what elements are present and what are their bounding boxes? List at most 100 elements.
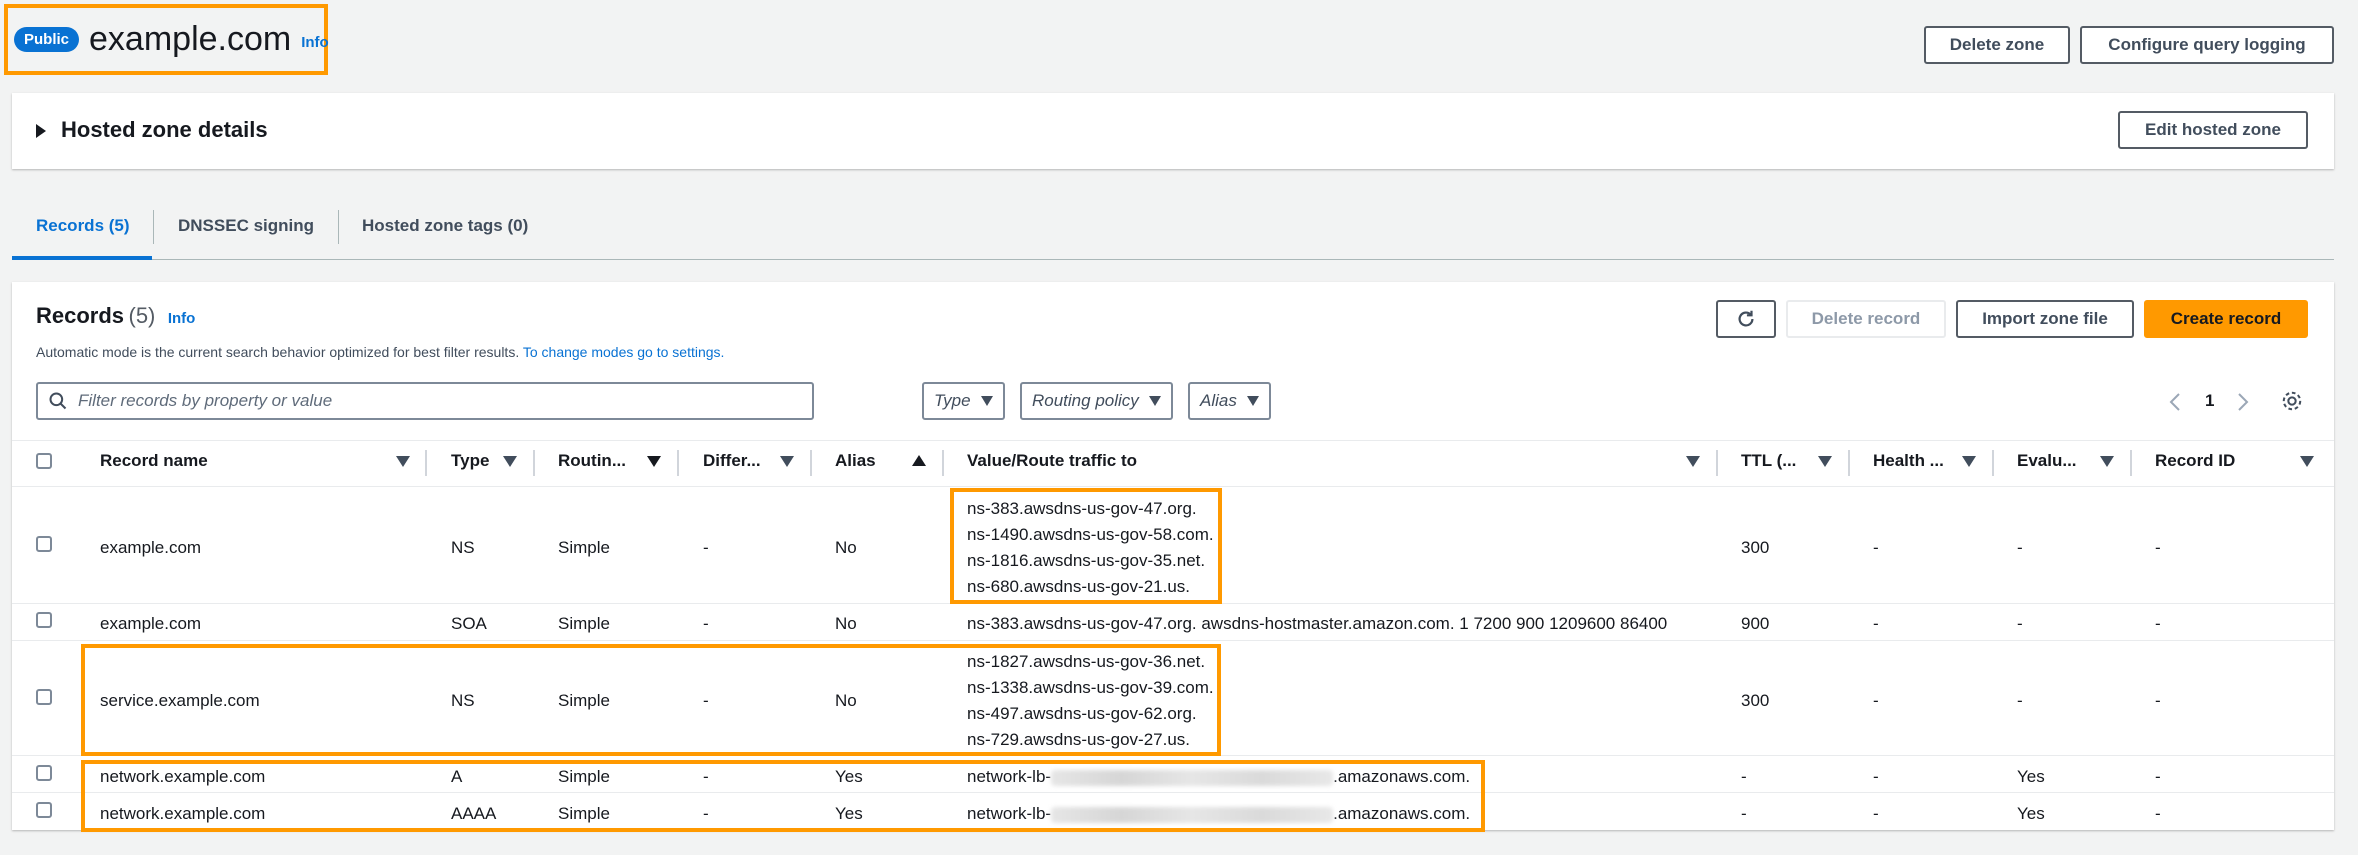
col-value[interactable]: Value/Route traffic to xyxy=(967,451,1137,471)
column-separator[interactable] xyxy=(1716,450,1718,476)
record-id-cell: - xyxy=(2155,691,2161,710)
col-ttl[interactable]: TTL (... xyxy=(1741,451,1796,471)
records-info-link[interactable]: Info xyxy=(168,310,196,327)
type-cell: SOA xyxy=(451,614,487,633)
highlight-service-row xyxy=(81,644,1221,756)
differentiator-cell: - xyxy=(703,614,709,633)
search-mode-text: Automatic mode is the current search beh… xyxy=(36,344,520,360)
tab-dnssec-signing[interactable]: DNSSEC signing xyxy=(178,216,314,236)
col-alias[interactable]: Alias xyxy=(835,451,876,471)
col-evaluate-health[interactable]: Evalu... xyxy=(2017,451,2077,471)
sort-icon[interactable] xyxy=(2100,456,2114,467)
row-checkbox[interactable] xyxy=(36,612,52,628)
sort-icon[interactable] xyxy=(396,456,410,467)
column-separator[interactable] xyxy=(1848,450,1850,476)
create-record-button[interactable]: Create record xyxy=(2144,300,2308,338)
sort-icon[interactable] xyxy=(1962,456,1976,467)
column-separator[interactable] xyxy=(677,450,679,476)
search-icon xyxy=(49,392,67,410)
ttl-cell: 900 xyxy=(1741,614,1770,633)
tabs-divider xyxy=(12,259,2334,260)
record-id-cell: - xyxy=(2155,538,2161,557)
record-id-cell: - xyxy=(2155,767,2161,786)
import-zone-file-button[interactable]: Import zone file xyxy=(1956,300,2134,338)
chevron-down-icon xyxy=(1246,396,1259,406)
settings-link[interactable]: To change modes go to settings. xyxy=(523,344,725,360)
health-cell: - xyxy=(1873,538,1879,557)
highlight-network-rows xyxy=(81,760,1485,832)
col-differentiator[interactable]: Differ... xyxy=(703,451,761,471)
configure-query-logging-button[interactable]: Configure query logging xyxy=(2080,26,2334,64)
ttl-cell: - xyxy=(1741,804,1747,823)
col-type[interactable]: Type xyxy=(451,451,489,471)
ttl-cell: - xyxy=(1741,767,1747,786)
select-all-checkbox[interactable] xyxy=(36,453,52,469)
alias-cell: No xyxy=(835,614,857,633)
record-id-cell: - xyxy=(2155,614,2161,633)
column-separator[interactable] xyxy=(2130,450,2132,476)
page-title: example.com xyxy=(89,20,292,58)
col-record-name[interactable]: Record name xyxy=(100,451,208,471)
refresh-button[interactable] xyxy=(1716,300,1776,338)
records-count: (5) xyxy=(128,303,156,328)
health-cell: - xyxy=(1873,614,1879,633)
page-number[interactable]: 1 xyxy=(2205,391,2214,411)
row-checkbox[interactable] xyxy=(36,802,52,818)
column-separator[interactable] xyxy=(425,450,427,476)
sort-ascending-icon[interactable] xyxy=(912,455,926,466)
chevron-down-icon xyxy=(1148,396,1161,406)
routing-policy-filter[interactable]: Routing policy xyxy=(1020,382,1173,420)
type-filter-label: Type xyxy=(934,391,971,410)
expand-caret-icon[interactable] xyxy=(36,124,46,138)
chevron-left-icon[interactable] xyxy=(2168,392,2182,412)
row-checkbox[interactable] xyxy=(36,765,52,781)
column-separator[interactable] xyxy=(533,450,535,476)
edit-hosted-zone-button[interactable]: Edit hosted zone xyxy=(2118,111,2308,149)
search-placeholder: Filter records by property or value xyxy=(78,391,333,410)
col-routing-policy[interactable]: Routin... xyxy=(558,451,626,471)
sort-icon[interactable] xyxy=(1686,456,1700,467)
info-link[interactable]: Info xyxy=(301,34,329,51)
health-cell: - xyxy=(1873,804,1879,823)
highlight-ns-values xyxy=(950,488,1222,604)
type-filter[interactable]: Type xyxy=(922,382,1005,420)
tab-hosted-zone-tags[interactable]: Hosted zone tags (0) xyxy=(362,216,528,236)
tab-separator xyxy=(338,210,339,244)
alias-cell: No xyxy=(835,538,857,557)
chevron-right-icon[interactable] xyxy=(2236,392,2250,412)
col-record-id[interactable]: Record ID xyxy=(2155,451,2235,471)
health-cell: - xyxy=(1873,691,1879,710)
evaluate-cell: - xyxy=(2017,614,2023,633)
column-separator[interactable] xyxy=(810,450,812,476)
search-input[interactable]: Filter records by property or value xyxy=(36,382,814,420)
sort-icon[interactable] xyxy=(647,456,661,467)
column-separator[interactable] xyxy=(942,450,944,476)
delete-record-button[interactable]: Delete record xyxy=(1786,300,1946,338)
evaluate-cell: - xyxy=(2017,538,2023,557)
sort-icon[interactable] xyxy=(1818,456,1832,467)
record-name-cell: example.com xyxy=(100,614,202,633)
sort-icon[interactable] xyxy=(780,456,794,467)
gear-icon[interactable] xyxy=(2281,390,2303,412)
zone-title-block: Public example.com Info xyxy=(4,4,329,75)
records-header: Records (5) Info xyxy=(36,303,195,329)
tab-records[interactable]: Records (5) xyxy=(36,216,130,236)
evaluate-cell: - xyxy=(2017,691,2023,710)
public-badge: Public xyxy=(14,27,80,52)
delete-zone-button[interactable]: Delete zone xyxy=(1924,26,2070,64)
alias-filter[interactable]: Alias xyxy=(1188,382,1271,420)
column-separator[interactable] xyxy=(1992,450,1994,476)
ttl-cell: 300 xyxy=(1741,691,1770,710)
sort-icon[interactable] xyxy=(503,456,517,467)
records-description: Automatic mode is the current search beh… xyxy=(36,344,724,360)
type-cell: NS xyxy=(451,538,475,557)
hosted-zone-details-title[interactable]: Hosted zone details xyxy=(61,117,268,143)
evaluate-cell: Yes xyxy=(2017,804,2045,823)
sort-icon[interactable] xyxy=(2300,456,2314,467)
col-health-check[interactable]: Health ... xyxy=(1873,451,1944,471)
row-checkbox[interactable] xyxy=(36,689,52,705)
tab-separator xyxy=(153,210,154,244)
row-checkbox[interactable] xyxy=(36,536,52,552)
refresh-icon xyxy=(1738,310,1754,327)
evaluate-cell: Yes xyxy=(2017,767,2045,786)
